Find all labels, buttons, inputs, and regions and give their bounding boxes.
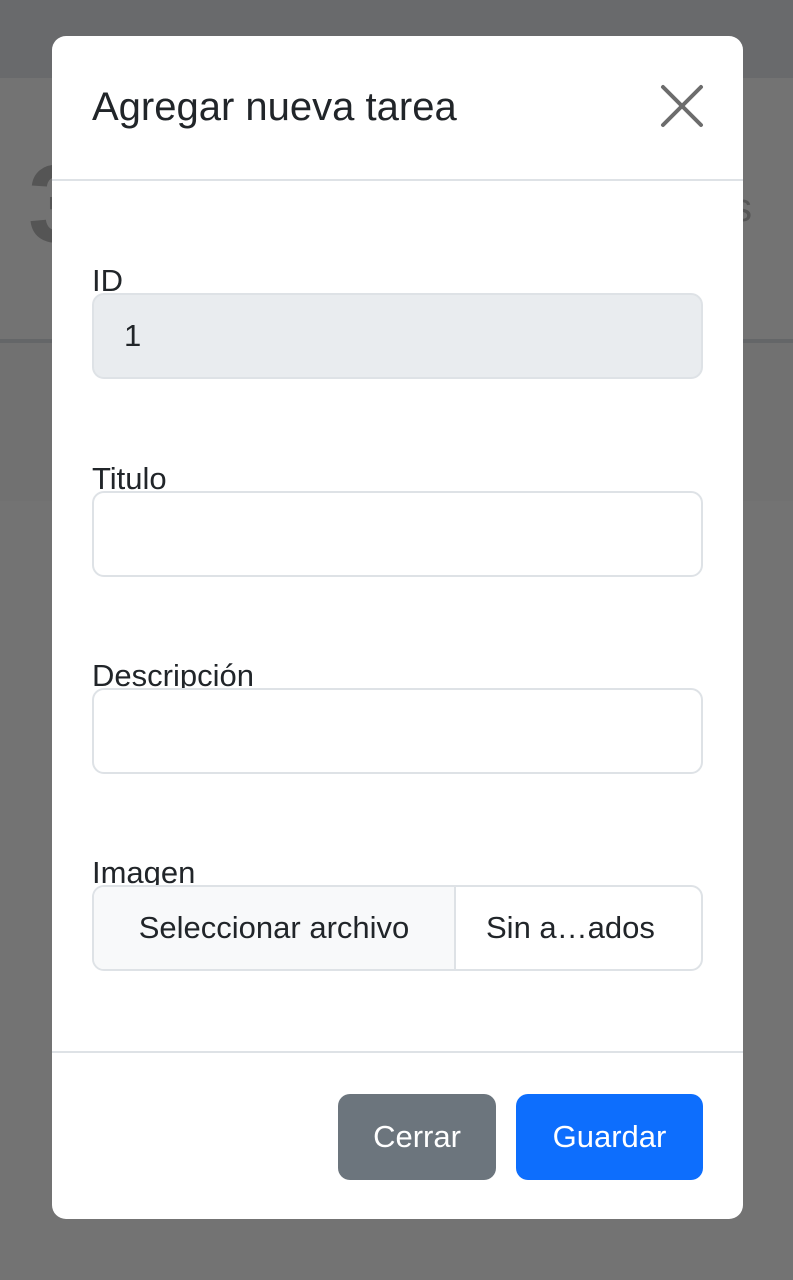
image-file-input[interactable]: Seleccionar archivo Sin a…ados — [92, 885, 703, 971]
close-button[interactable] — [656, 84, 708, 132]
select-file-button[interactable]: Seleccionar archivo — [94, 887, 456, 969]
file-status-text: Sin a…ados — [486, 910, 655, 945]
close-icon — [660, 84, 704, 133]
modal-body: ID Titulo Descripción Imagen Seleccionar… — [52, 181, 743, 1051]
id-field[interactable] — [92, 293, 703, 379]
modal-header: Agregar nueva tarea — [52, 36, 743, 181]
save-button[interactable]: Guardar — [516, 1094, 703, 1180]
add-task-modal: Agregar nueva tarea ID Titulo Descripció… — [52, 36, 743, 1219]
description-field[interactable] — [92, 688, 703, 774]
title-field[interactable] — [92, 491, 703, 577]
modal-title: Agregar nueva tarea — [92, 85, 457, 129]
modal-footer: Cerrar Guardar — [52, 1051, 743, 1219]
close-modal-button[interactable]: Cerrar — [338, 1094, 496, 1180]
